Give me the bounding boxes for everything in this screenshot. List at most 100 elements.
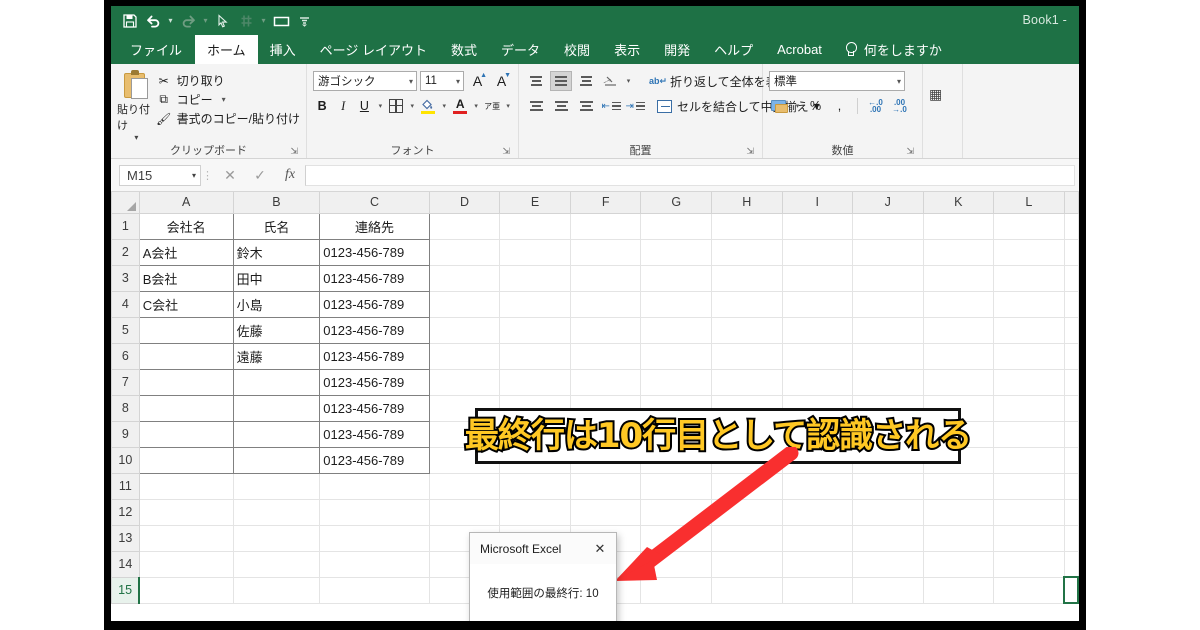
row-header-6[interactable]: 6	[111, 342, 140, 370]
tell-me-box[interactable]: 何をしますか	[834, 35, 952, 64]
cell-J3[interactable]	[852, 264, 924, 292]
cell-C1[interactable]: 連絡先	[319, 212, 430, 240]
cell-M9[interactable]	[1063, 420, 1079, 448]
cell-E1[interactable]	[499, 212, 571, 240]
fill-color-button[interactable]	[419, 96, 437, 116]
cell-B7[interactable]	[232, 368, 321, 396]
cell-K14[interactable]	[922, 550, 995, 578]
cell-C15[interactable]	[319, 576, 430, 604]
copy-button[interactable]: ⧉ コピー ▾	[156, 91, 300, 108]
cell-A6[interactable]	[138, 342, 234, 370]
cell-D5[interactable]	[428, 316, 501, 344]
redo-icon[interactable]	[177, 10, 199, 32]
cell-C2[interactable]: 0123-456-789	[319, 238, 430, 266]
cell-K11[interactable]	[922, 472, 995, 500]
cell-K1[interactable]	[922, 212, 995, 240]
cell-I13[interactable]	[781, 524, 854, 552]
row-header-10[interactable]: 10	[111, 446, 140, 474]
cell-D7[interactable]	[428, 368, 501, 396]
cell-D4[interactable]	[428, 290, 501, 318]
cell-B9[interactable]	[232, 420, 321, 448]
cell-D12[interactable]	[428, 498, 501, 526]
cell-A12[interactable]	[138, 498, 234, 526]
align-bottom-button[interactable]	[575, 71, 597, 91]
cell-B15[interactable]	[232, 576, 321, 604]
cell-L14[interactable]	[993, 550, 1065, 578]
align-top-button[interactable]	[525, 71, 547, 91]
cell-G11[interactable]	[640, 472, 712, 500]
cell-M14[interactable]	[1063, 550, 1079, 578]
cell-A3[interactable]: B会社	[138, 264, 234, 292]
format-painter-button[interactable]: 🖌 書式のコピー/貼り付け	[156, 110, 300, 127]
cell-A1[interactable]: 会社名	[138, 212, 234, 240]
column-header-I[interactable]: I	[781, 192, 854, 214]
cell-E6[interactable]	[499, 342, 571, 370]
fill-color-dropdown-icon[interactable]: ▾	[440, 102, 448, 110]
font-size-combo[interactable]: 11 ▾	[420, 71, 464, 91]
tab-review[interactable]: 校閲	[552, 35, 602, 64]
row-header-1[interactable]: 1	[111, 212, 140, 240]
cell-L9[interactable]	[993, 420, 1065, 448]
decrease-font-size-button[interactable]: A ▼	[491, 71, 512, 91]
cell-B2[interactable]: 鈴木	[232, 238, 321, 266]
cell-G4[interactable]	[640, 290, 712, 318]
phonetic-dropdown-icon[interactable]: ▾	[504, 102, 512, 110]
paste-dropdown-icon[interactable]: ▾	[134, 133, 138, 142]
decrease-indent-button[interactable]: ⇤	[600, 96, 621, 116]
cell-I6[interactable]	[781, 342, 854, 370]
row-header-11[interactable]: 11	[111, 472, 140, 500]
quick-access-toolbar[interactable]: ▾ ▾ ▾	[119, 10, 315, 32]
cell-K6[interactable]	[922, 342, 995, 370]
bold-button[interactable]: B	[313, 96, 331, 116]
cell-A15[interactable]	[138, 576, 234, 604]
cut-button[interactable]: ✂ 切り取り	[156, 72, 300, 89]
cell-E11[interactable]	[499, 472, 571, 500]
cell-M2[interactable]	[1063, 238, 1079, 266]
column-header-G[interactable]: G	[640, 192, 712, 214]
cell-H7[interactable]	[710, 368, 783, 396]
cell-H1[interactable]	[710, 212, 783, 240]
cell-C7[interactable]: 0123-456-789	[319, 368, 430, 396]
cell-M4[interactable]	[1063, 290, 1079, 318]
percent-style-button[interactable]: %	[805, 96, 826, 116]
cell-L10[interactable]	[993, 446, 1065, 474]
cell-I15[interactable]	[781, 576, 854, 604]
cell-L13[interactable]	[993, 524, 1065, 552]
cell-K4[interactable]	[922, 290, 995, 318]
row-header-3[interactable]: 3	[111, 264, 140, 292]
name-box[interactable]: M15 ▾	[119, 164, 201, 186]
cell-M6[interactable]	[1063, 342, 1079, 370]
cell-E4[interactable]	[499, 290, 571, 318]
cell-H11[interactable]	[710, 472, 783, 500]
clipboard-dialog-launcher-icon[interactable]: ⇲	[290, 146, 298, 157]
cell-J15[interactable]	[852, 576, 924, 604]
tab-formulas[interactable]: 数式	[439, 35, 489, 64]
cell-E7[interactable]	[499, 368, 571, 396]
cell-H13[interactable]	[710, 524, 783, 552]
cell-A13[interactable]	[138, 524, 234, 552]
row-header-5[interactable]: 5	[111, 316, 140, 344]
cell-G1[interactable]	[640, 212, 712, 240]
cell-F12[interactable]	[569, 498, 642, 526]
cell-I7[interactable]	[781, 368, 854, 396]
alignment-dialog-launcher-icon[interactable]: ⇲	[746, 146, 754, 157]
cell-C5[interactable]: 0123-456-789	[319, 316, 430, 344]
tab-data[interactable]: データ	[489, 35, 552, 64]
cell-A9[interactable]	[138, 420, 234, 448]
cell-E12[interactable]	[499, 498, 571, 526]
cell-F5[interactable]	[569, 316, 642, 344]
increase-font-size-button[interactable]: A ▲	[467, 71, 488, 91]
tab-page-layout[interactable]: ページ レイアウト	[308, 35, 439, 64]
cell-C11[interactable]	[319, 472, 430, 500]
cell-F6[interactable]	[569, 342, 642, 370]
cell-M1[interactable]	[1063, 212, 1079, 240]
column-header-L[interactable]: L	[993, 192, 1065, 214]
cell-J7[interactable]	[852, 368, 924, 396]
paste-button[interactable]: 貼り付け ▾	[117, 68, 156, 142]
cell-J14[interactable]	[852, 550, 924, 578]
select-all-corner[interactable]	[111, 192, 140, 214]
cell-I11[interactable]	[781, 472, 854, 500]
column-header-E[interactable]: E	[499, 192, 571, 214]
cell-C12[interactable]	[319, 498, 430, 526]
borders-dropdown-icon[interactable]: ▾	[408, 102, 416, 110]
